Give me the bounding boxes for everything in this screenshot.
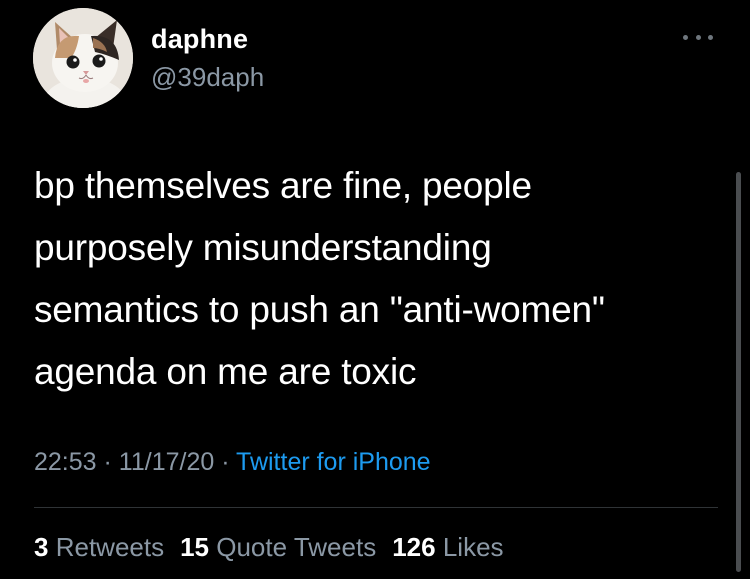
more-options-icon[interactable]: [683, 30, 713, 44]
tweet: daphne @39daph bp themselves are fine, p…: [0, 0, 750, 579]
avatar[interactable]: [33, 8, 133, 108]
likes-label: Likes: [442, 532, 504, 562]
tweet-date[interactable]: 11/17/20: [119, 448, 214, 476]
retweets-label: Retweets: [55, 532, 165, 562]
tweet-meta: 22:53 · 11/17/20 · Twitter for iPhone: [34, 448, 431, 477]
meta-separator: ·: [103, 448, 112, 476]
likes-count: 126: [392, 532, 436, 562]
more-dot: [708, 34, 713, 40]
retweets-stat[interactable]: 3 Retweets: [34, 532, 164, 562]
divider: [34, 507, 718, 508]
more-dot: [695, 34, 701, 40]
quote-tweets-label: Quote Tweets: [216, 532, 377, 562]
retweets-count: 3: [34, 532, 49, 562]
likes-stat[interactable]: 126 Likes: [392, 532, 503, 562]
tweet-source-link[interactable]: Twitter for iPhone: [236, 448, 431, 476]
quote-tweets-stat[interactable]: 15 Quote Tweets: [180, 532, 376, 562]
tweet-time[interactable]: 22:53: [34, 448, 97, 476]
scrollbar[interactable]: [736, 172, 741, 572]
quote-tweets-count: 15: [180, 532, 210, 562]
meta-separator: ·: [221, 448, 230, 476]
tweet-text: bp themselves are fine, people purposely…: [34, 165, 605, 392]
author-display-name[interactable]: daphne: [151, 24, 248, 55]
tweet-stats: 3 Retweets 15 Quote Tweets 126 Likes: [34, 532, 504, 563]
cat-avatar-icon: [33, 8, 133, 108]
author-handle[interactable]: @39daph: [151, 62, 264, 93]
more-dot: [683, 34, 688, 40]
